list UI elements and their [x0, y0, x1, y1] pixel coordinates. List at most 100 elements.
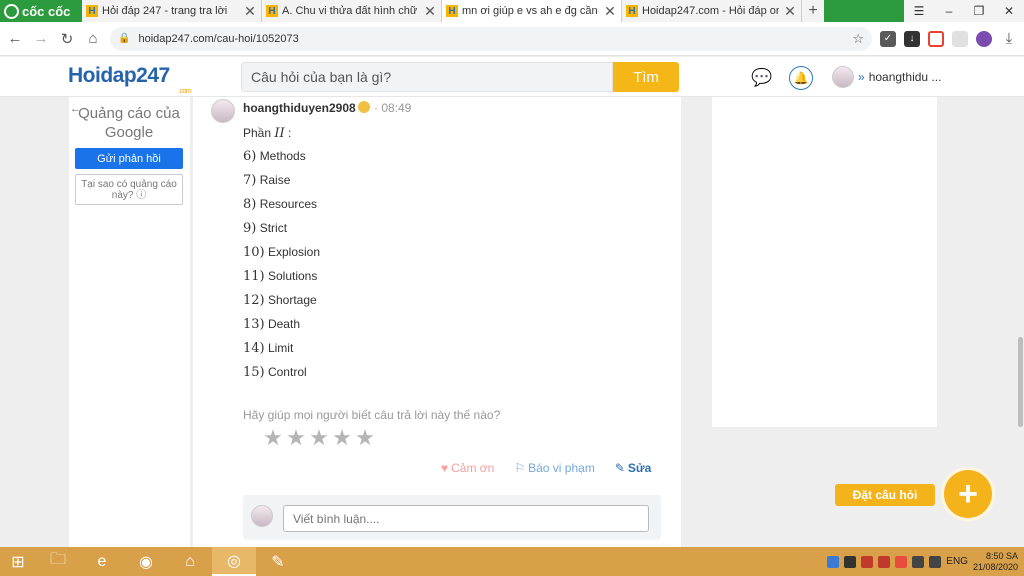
chrome-icon[interactable]: ◉ [124, 547, 168, 576]
item-text: Strict [259, 221, 288, 235]
language-indicator[interactable]: ENG [946, 556, 968, 567]
item-text: Solutions [267, 269, 318, 283]
comment-input[interactable] [283, 505, 649, 532]
ad-why-link[interactable]: Tại sao có quảng cáo này? ⓘ [75, 174, 183, 205]
star-icon[interactable]: ★ [309, 427, 329, 449]
pencil-icon: ✎ [614, 461, 625, 475]
coccoc-taskbar-icon[interactable]: ◎ [212, 547, 256, 576]
url-field[interactable]: 🔒 hoidap247.com/cau-hoi/1052073 ☆ [110, 26, 872, 51]
answer-line: 7) Raise [243, 173, 290, 188]
home-icon[interactable]: ⌂ [84, 30, 102, 47]
minimize-icon[interactable]: – [934, 0, 964, 22]
internet-explorer-icon[interactable]: e [80, 547, 124, 576]
extension-shield-icon[interactable]: ✓ [880, 30, 896, 47]
ad-feedback-button[interactable]: Gửi phản hồi [75, 148, 183, 169]
close-tab-icon[interactable]: ✕ [783, 3, 797, 20]
item-number: 14) [243, 341, 265, 356]
tray-app-icon[interactable] [878, 555, 891, 568]
close-window-icon[interactable]: ✕ [994, 0, 1024, 22]
item-text: Shortage [267, 293, 317, 307]
edit-button[interactable]: ✎ Sửa [615, 461, 651, 475]
tray-app-icon[interactable] [861, 555, 874, 568]
os-taskbar: ⊞ 🗀 e ◉ ⌂ ◎ ✎ ENG 8:50 SA 21/08/2020 [0, 547, 1024, 576]
windows-start-icon[interactable]: ⊞ [0, 552, 36, 572]
browser-tab-2[interactable]: H A. Chu vi thửa đất hình chữ nhật ✕ [262, 0, 442, 22]
downloads-arrow-icon[interactable]: ⤓ [1000, 30, 1018, 47]
browser-tab-strip: cốc cốc H Hỏi đáp 247 - trang tra lời ✕ … [0, 0, 1024, 22]
restore-icon[interactable]: ❐ [964, 0, 994, 22]
tray-app-icon[interactable] [895, 555, 908, 568]
site-logo-sub: .com [178, 88, 192, 95]
part-roman: II [274, 126, 285, 141]
ad-heading: Quảng cáo của Google [78, 105, 180, 141]
volume-icon[interactable] [929, 555, 942, 568]
browser-tab-1[interactable]: H Hỏi đáp 247 - trang tra lời ✕ [82, 0, 262, 22]
app-icon[interactable]: ⌂ [168, 547, 212, 576]
network-icon[interactable] [912, 555, 925, 568]
answer-author-name[interactable]: hoangthiduyen2908 [243, 101, 356, 115]
answer-part-heading: Phần II : [243, 126, 291, 141]
search-button[interactable]: Tìm [613, 62, 679, 92]
new-tab-button[interactable]: + [802, 0, 824, 22]
site-header: Hoidap247 .com Câu hỏi của bạn là gì? Tì… [0, 57, 1024, 97]
chrome-extension-icon[interactable] [928, 30, 944, 47]
system-clock[interactable]: 8:50 SA 21/08/2020 [973, 551, 1018, 573]
answer-line: 6) Methods [243, 149, 306, 164]
item-number: 8) [243, 197, 257, 212]
file-explorer-icon[interactable]: 🗀 [36, 547, 80, 576]
right-sidebar-panel [712, 97, 937, 427]
user-menu[interactable]: » hoangthidu ... [832, 66, 941, 88]
profile-icon[interactable] [976, 30, 992, 47]
search-input[interactable]: Câu hỏi của bạn là gì? [241, 62, 613, 92]
answer-author-avatar[interactable] [211, 99, 235, 123]
item-number: 10) [243, 245, 265, 260]
extension-icon[interactable] [952, 30, 968, 47]
star-icon[interactable]: ★ [355, 427, 375, 449]
part-colon: : [288, 126, 292, 140]
ask-question-button[interactable]: Đặt câu hỏi [835, 484, 935, 506]
tray-app-icon[interactable] [827, 555, 840, 568]
forward-icon[interactable]: → [32, 30, 50, 47]
browser-tab-3[interactable]: H mn ơi giúp e vs ah e đg cần gấp ✕ [442, 0, 622, 22]
site-logo[interactable]: Hoidap247 .com [68, 64, 192, 95]
username: hoangthidu ... [868, 70, 942, 84]
item-number: 9) [243, 221, 257, 236]
rating-stars: ★ ★ ★ ★ ★ [263, 427, 375, 449]
scrollbar-thumb[interactable] [1018, 337, 1023, 427]
messages-icon[interactable]: 💬 [750, 66, 774, 90]
report-label: Báo vi phạm [528, 461, 595, 475]
back-icon[interactable]: ← [6, 30, 24, 47]
star-icon[interactable]: ★ [263, 427, 283, 449]
reload-icon[interactable]: ↻ [58, 30, 76, 48]
browser-brand: cốc cốc [22, 3, 71, 19]
favicon-icon: H [446, 5, 458, 17]
notification-bell-icon[interactable]: 🔔 [789, 66, 813, 90]
item-text: Death [267, 317, 300, 331]
thanks-label: Cảm ơn [451, 461, 495, 475]
close-tab-icon[interactable]: ✕ [423, 3, 437, 20]
bookmark-star-icon[interactable]: ☆ [852, 31, 864, 47]
close-tab-icon[interactable]: ✕ [603, 3, 617, 20]
item-number: 7) [243, 173, 257, 188]
coccoc-menu-button[interactable]: cốc cốc [0, 0, 82, 22]
edit-label: Sửa [627, 461, 652, 475]
star-icon[interactable]: ★ [286, 427, 306, 449]
item-text: Resources [259, 197, 318, 211]
chevron-down-icon: » [858, 70, 865, 84]
report-button[interactable]: ⚐ Báo vi phạm [514, 461, 594, 475]
answer-time: · 08:49 [374, 101, 412, 115]
close-tab-icon[interactable]: ✕ [243, 3, 257, 20]
page-scrollbar[interactable] [1017, 97, 1024, 547]
flag-icon: ⚐ [514, 461, 526, 475]
star-icon[interactable]: ★ [332, 427, 352, 449]
paint-icon[interactable]: ✎ [256, 547, 300, 576]
rank-badge-icon [358, 101, 370, 113]
tray-app-icon[interactable] [844, 555, 857, 568]
thanks-button[interactable]: ♥ Cảm ơn [441, 461, 494, 475]
menu-icon[interactable]: ☰ [904, 0, 934, 22]
browser-tab-4[interactable]: H Hoidap247.com - Hỏi đáp online ✕ [622, 0, 802, 22]
ask-plus-button[interactable]: + [944, 470, 992, 518]
part-label: Phần [243, 126, 272, 140]
download-icon[interactable]: ↓ [904, 30, 920, 47]
tab-title: Hoidap247.com - Hỏi đáp online [642, 5, 779, 17]
